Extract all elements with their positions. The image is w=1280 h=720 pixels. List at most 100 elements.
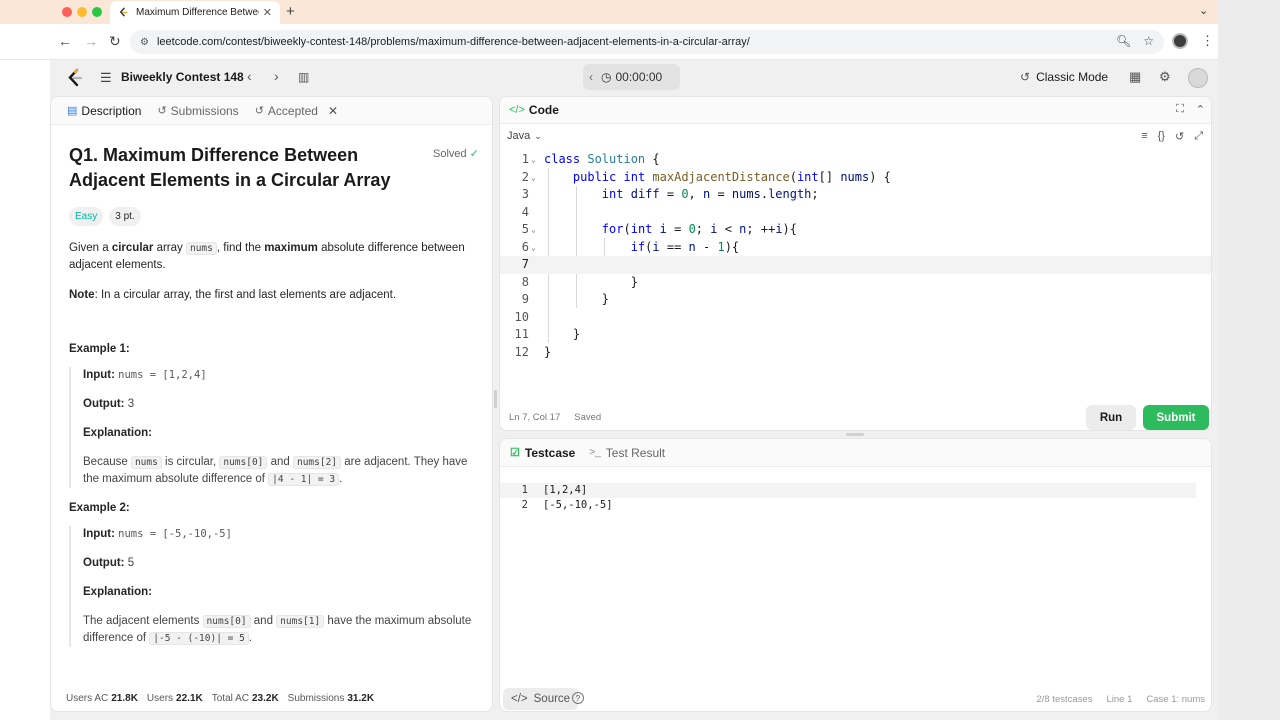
next-problem-icon[interactable]: ›	[274, 68, 279, 84]
inline-code: |-5 - (-10)| = 5	[149, 632, 249, 645]
ranking-chart-icon[interactable]: ▥	[298, 70, 309, 84]
help-icon[interactable]: ?	[572, 692, 584, 704]
tab-description-label: Description	[81, 103, 142, 118]
new-tab-icon[interactable]: +	[286, 3, 295, 20]
browser-profile-avatar[interactable]	[1172, 33, 1188, 49]
window-close-button[interactable]	[62, 7, 72, 17]
stat-value: 22.1K	[176, 693, 203, 704]
leetcode-header: ☰ Biweekly Contest 148 ‹ › ▥ ‹ ◷ 00:00:0…	[50, 60, 1218, 96]
tab-accepted-label: Accepted	[267, 103, 318, 118]
browser-tab[interactable]: Maximum Difference Betwee ✕	[110, 1, 280, 24]
code-line: 9 }	[521, 292, 610, 306]
problem-stats: Users AC 21.8K Users 22.1K Total AC 23.2K S…	[66, 693, 374, 704]
zoom-icon[interactable]: 🔍︎	[1116, 34, 1131, 48]
testcase-panel: ☑ Testcase >_ Test Result 1 [1,2,4] 2 [-5,…	[499, 438, 1212, 712]
checkbox-icon: ☑	[510, 447, 520, 459]
code-panel: </> Code ⛶ ⌃ Java ⌄ ≡ {} ↺ ⤢ 1 ⌄ class Solu…	[499, 96, 1212, 431]
problem-badges: Easy 3 pt.	[69, 207, 479, 226]
format-icon[interactable]: ≡	[1141, 130, 1147, 143]
timer[interactable]: ‹ ◷ 00:00:00	[583, 64, 680, 90]
reload-icon[interactable]: ↻	[109, 33, 121, 50]
tab-test-result[interactable]: >_ Test Result	[589, 446, 665, 460]
problem-statement: Given a circular array nums, find the ma…	[69, 240, 479, 273]
testcase-line: 1 [1,2,4]	[500, 483, 1196, 498]
explanation-label: Explanation:	[83, 586, 153, 598]
collapse-chevron-icon[interactable]: ⌃	[1196, 103, 1205, 116]
source-label: Source	[533, 693, 571, 705]
back-icon[interactable]: ←	[58, 33, 72, 49]
prev-problem-icon[interactable]: ‹	[247, 68, 252, 84]
explanation-text: .	[248, 632, 252, 644]
explanation-text: is circular,	[161, 456, 220, 468]
stat-value: 23.2K	[251, 693, 279, 704]
horizontal-resize-handle[interactable]	[846, 433, 864, 436]
bookmark-star-icon[interactable]: ☆	[1143, 34, 1154, 48]
inline-code: nums[1]	[276, 615, 325, 628]
code-line: 3 int diff = 0, n = nums.length;	[521, 187, 819, 201]
saved-status: Saved	[574, 412, 602, 423]
url-field[interactable]: ⚙ leetcode.com/contest/biweekly-contest-…	[130, 30, 1164, 54]
url-text: leetcode.com/contest/biweekly-contest-14…	[156, 36, 750, 48]
tab-submissions[interactable]: ↺ Submissions	[157, 104, 238, 118]
user-avatar[interactable]	[1188, 68, 1208, 88]
history-icon: ↺	[254, 105, 264, 117]
fold-chevron-icon: ⌄	[531, 225, 536, 234]
tab-description[interactable]: ▤ Description	[67, 104, 141, 118]
code-brackets-icon: </>	[511, 693, 528, 705]
browser-menu-icon[interactable]: ⋮	[1201, 33, 1214, 49]
code-editor[interactable]: 1 ⌄ class Solution { 2 ⌄ public int maxAdja…	[500, 151, 1211, 361]
tab-test-result-label: Test Result	[605, 445, 666, 460]
clock-icon: ◷	[601, 70, 612, 84]
input-label: Input:	[83, 369, 115, 381]
forward-icon[interactable]: →	[84, 33, 98, 49]
code-footer: Ln 7, Col 17 Saved Run Submit	[500, 403, 1211, 430]
explanation-text: and	[267, 456, 293, 468]
explanation-text: .	[339, 473, 343, 485]
source-button[interactable]: </> Source	[503, 688, 579, 710]
tab-search-chevron-icon[interactable]: ⌄	[1199, 4, 1208, 17]
layout-icon[interactable]: ▦	[1129, 69, 1141, 85]
tab-testcase[interactable]: ☑ Testcase	[510, 446, 575, 460]
statement-text: , find the	[216, 242, 265, 254]
testcase-line-indicator: Line 1	[1106, 694, 1133, 705]
close-tab-icon[interactable]: ✕	[328, 104, 338, 118]
solved-status: Solved ✓	[433, 147, 479, 160]
inline-code: nums[0]	[219, 456, 268, 469]
example-explanation-label: Explanation:	[83, 584, 479, 600]
tab-accepted[interactable]: ↺ Accepted ✕	[255, 104, 338, 118]
inline-code: |4 - 1| = 3	[268, 473, 340, 486]
site-settings-icon[interactable]: ⚙	[140, 37, 149, 48]
statement-bold: maximum	[264, 242, 318, 254]
terminal-icon: >_	[589, 447, 601, 458]
reset-code-icon[interactable]: ↺	[1175, 130, 1184, 143]
testcase-count: 2/8 testcases	[1036, 694, 1093, 705]
settings-gear-icon[interactable]: ⚙	[1159, 69, 1171, 85]
problem-title: Q1. Maximum Difference Between Adjacent …	[69, 145, 391, 190]
testcase-editor[interactable]: 1 [1,2,4] 2 [-5,-10,-5]	[500, 483, 1211, 513]
classic-mode-button[interactable]: ↺ Classic Mode	[1020, 70, 1108, 84]
tab-submissions-label: Submissions	[170, 103, 239, 118]
timer-collapse-icon[interactable]: ‹	[589, 70, 593, 84]
close-tab-icon[interactable]: ✕	[263, 6, 272, 19]
stat-label: Users	[146, 693, 174, 704]
language-selector[interactable]: Java ⌄ ≡ {} ↺ ⤢	[500, 124, 1211, 148]
browser-tab-bar: Maximum Difference Betwee ✕ + ⌄	[0, 0, 1218, 24]
window-zoom-button[interactable]	[92, 7, 102, 17]
problem-list-icon[interactable]: ☰	[100, 70, 112, 86]
example-1-block: Input: nums = [1,2,4] Output: 3 Explanat…	[69, 367, 479, 488]
window-minimize-button[interactable]	[77, 7, 87, 17]
vertical-resize-handle[interactable]	[494, 390, 497, 408]
contest-title[interactable]: Biweekly Contest 148	[121, 70, 244, 84]
code-line: 6 ⌄ if(i == n - 1){	[500, 239, 1211, 257]
leetcode-logo-icon[interactable]	[66, 68, 84, 88]
maximize-icon[interactable]: ⛶	[1176, 103, 1184, 116]
run-button[interactable]: Run	[1086, 405, 1136, 430]
submit-button[interactable]: Submit	[1143, 405, 1209, 430]
braces-icon[interactable]: {}	[1158, 130, 1165, 143]
code-line: 1 ⌄ class Solution {	[500, 151, 1211, 169]
example-2-block: Input: nums = [-5,-10,-5] Output: 5 Expl…	[69, 526, 479, 647]
description-tabs: ▤ Description ↺ Submissions ↺ Accepted ✕	[51, 97, 492, 125]
fullscreen-icon[interactable]: ⤢	[1194, 130, 1203, 143]
stat-users: Users 22.1K	[147, 693, 203, 704]
timer-value: 00:00:00	[615, 70, 663, 84]
